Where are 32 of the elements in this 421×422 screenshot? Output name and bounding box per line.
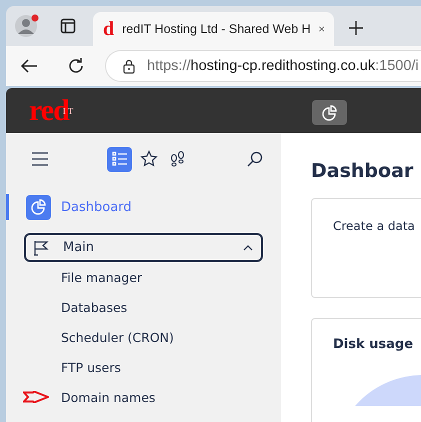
star-icon	[140, 150, 158, 168]
menu-item[interactable]: Scheduler (CRON)	[61, 330, 174, 344]
profile-icon[interactable]	[14, 13, 40, 39]
dashboard-item[interactable]: Dashboard	[6, 194, 281, 220]
back-icon[interactable]	[20, 58, 38, 74]
lock-icon	[123, 58, 135, 74]
page-title: Dashboar	[311, 159, 414, 184]
tab-title: redIT Hosting Ltd - Shared Web H	[122, 22, 311, 36]
url-text: https://hosting-cp.redithosting.co.uk:1500/i	[147, 58, 419, 74]
dashboard-button[interactable]	[312, 100, 347, 125]
menu-item[interactable]: Databases	[61, 300, 128, 314]
card-title: Disk usage	[333, 337, 414, 352]
reload-icon[interactable]	[67, 57, 85, 75]
new-tab-icon[interactable]	[348, 20, 364, 36]
menu-item[interactable]: FTP users	[61, 360, 121, 374]
menu-item[interactable]: Domain names	[61, 390, 156, 404]
menu-icon[interactable]	[31, 152, 49, 166]
address-field[interactable]: https://hosting-cp.redithosting.co.uk:1500/i	[105, 50, 421, 82]
favicon: d	[103, 20, 114, 38]
flag-icon	[33, 240, 49, 256]
list-icon	[112, 151, 128, 167]
sidebar-icon[interactable]	[60, 18, 76, 34]
main-group[interactable]: Main	[24, 233, 263, 262]
card-text: Create a data	[333, 219, 415, 233]
pie-chart-icon	[322, 104, 338, 120]
menu-item[interactable]: File manager	[61, 270, 142, 284]
caret-icon	[243, 244, 253, 250]
list-tab[interactable]	[107, 146, 132, 172]
footprints-icon	[168, 150, 186, 168]
browser-tab[interactable]: d redIT Hosting Ltd - Shared Web H	[93, 12, 334, 46]
search-icon[interactable]	[247, 151, 263, 167]
pie-chart-icon	[26, 194, 51, 220]
